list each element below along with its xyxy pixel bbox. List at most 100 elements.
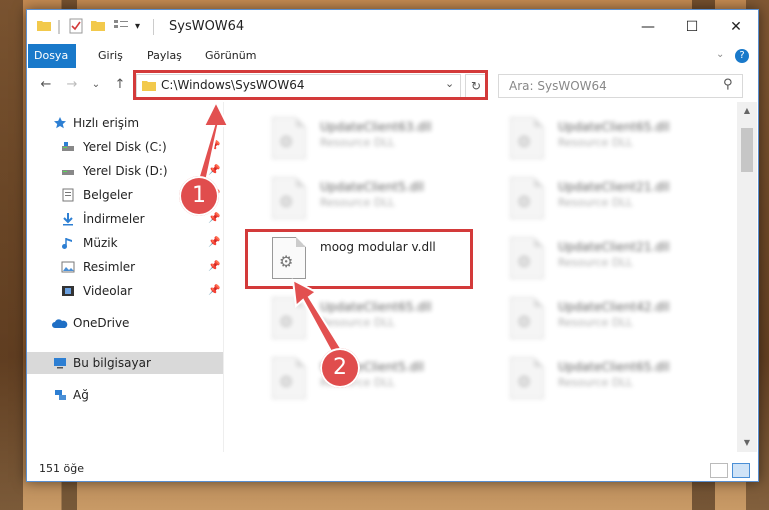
network-icon xyxy=(55,390,66,400)
sidebar-item-label: Belgeler xyxy=(83,188,133,202)
file-name: UpdateClient21.dll xyxy=(558,180,670,194)
vertical-scrollbar[interactable]: ▲ ▼ xyxy=(737,102,757,452)
sidebar-item-label: Hızlı erişim xyxy=(73,116,140,130)
sidebar-item-network[interactable]: Ağ xyxy=(27,384,223,406)
file-name: UpdateClient65.dll xyxy=(558,120,670,134)
customize-toolbar-icon[interactable]: ▾ xyxy=(135,18,145,36)
dll-file-icon: ⚙ xyxy=(510,297,544,339)
music-icon xyxy=(62,238,72,249)
scroll-thumb[interactable] xyxy=(741,128,753,172)
sidebar-item-this-pc[interactable]: Bu bilgisayar xyxy=(27,352,223,374)
dll-file-icon: ⚙ xyxy=(272,117,306,159)
window-title: SysWOW64 xyxy=(169,19,245,34)
navigation-pane: Hızlı erişim Yerel Disk (C:) 📌 Yerel Dis… xyxy=(27,102,224,452)
drive-icon xyxy=(62,142,74,151)
forward-button[interactable]: → xyxy=(63,75,81,95)
ribbon: Dosya Giriş Paylaş Görünüm ⌄ ? xyxy=(27,44,758,69)
sidebar-item-label: Ağ xyxy=(73,388,89,402)
pictures-icon xyxy=(61,261,75,273)
sidebar-item-label: Bu bilgisayar xyxy=(73,356,151,370)
sidebar-item-label: Müzik xyxy=(83,236,118,250)
search-box[interactable]: Ara: SysWOW64 ⚲ xyxy=(498,74,743,98)
minimize-button[interactable]: — xyxy=(626,10,670,44)
view-options-icon[interactable] xyxy=(113,18,129,36)
scroll-down-icon[interactable]: ▼ xyxy=(737,436,757,450)
dll-file-icon: ⚙ xyxy=(272,177,306,219)
dll-file-icon: ⚙ xyxy=(510,237,544,279)
file-highlight xyxy=(245,229,473,289)
address-highlight xyxy=(133,70,488,100)
file-item[interactable]: ⚙ UpdateClient21.dll Resource DLL xyxy=(486,232,706,282)
status-bar: 151 öğe xyxy=(27,459,758,481)
details-view-icon[interactable] xyxy=(710,463,728,478)
file-name: UpdateClient21.dll xyxy=(558,240,670,254)
large-icons-view-icon[interactable] xyxy=(732,463,750,478)
sidebar-item-label: Yerel Disk (D:) xyxy=(83,164,168,178)
tab-file[interactable]: Dosya xyxy=(28,44,76,68)
file-type: Resource DLL xyxy=(320,316,395,329)
file-type: Resource DLL xyxy=(558,256,633,269)
recent-locations-button[interactable]: ⌄ xyxy=(87,75,105,95)
title-divider xyxy=(153,19,154,35)
scroll-up-icon[interactable]: ▲ xyxy=(737,104,757,118)
file-item[interactable]: ⚙ UpdateClient42.dll Resource DLL xyxy=(486,292,706,342)
search-input[interactable]: Ara: SysWOW64 xyxy=(509,79,607,93)
documents-icon xyxy=(62,188,74,202)
expand-ribbon-icon[interactable]: ⌄ xyxy=(716,49,724,60)
search-icon: ⚲ xyxy=(723,77,733,92)
tab-view[interactable]: Görünüm xyxy=(195,44,266,68)
pin-icon: 📌 xyxy=(208,261,221,272)
pin-icon: 📌 xyxy=(208,285,221,296)
back-button[interactable]: ← xyxy=(37,75,55,95)
sidebar-item-label: Videolar xyxy=(83,284,133,298)
pin-icon: 📌 xyxy=(208,237,221,248)
file-item[interactable]: ⚙ UpdateClient65.dll Resource DLL xyxy=(486,352,706,402)
file-type: Resource DLL xyxy=(558,316,633,329)
sidebar-item-onedrive[interactable]: OneDrive xyxy=(27,312,223,334)
file-name: UpdateClient65.dll xyxy=(320,300,432,314)
file-type: Resource DLL xyxy=(558,196,633,209)
computer-icon xyxy=(54,358,66,369)
star-icon xyxy=(54,117,66,129)
step-badge-2: 2 xyxy=(320,348,360,388)
help-button[interactable]: ? xyxy=(735,49,749,63)
maximize-button[interactable]: ☐ xyxy=(670,10,714,44)
dll-file-icon: ⚙ xyxy=(272,357,306,399)
pin-icon: 📌 xyxy=(208,141,221,152)
tab-home[interactable]: Giriş xyxy=(88,44,133,68)
file-item[interactable]: ⚙ UpdateClient5.dll Resource DLL xyxy=(248,172,468,222)
file-item[interactable]: ⚙ UpdateClient21.dll Resource DLL xyxy=(486,172,706,222)
file-name: UpdateClient63.dll xyxy=(320,120,432,134)
toolbar-divider xyxy=(58,20,60,34)
file-type: Resource DLL xyxy=(320,136,395,149)
file-item[interactable]: ⚙ UpdateClient65.dll Resource DLL xyxy=(248,292,468,342)
properties-icon[interactable] xyxy=(69,18,83,36)
sidebar-item-label: Yerel Disk (C:) xyxy=(83,140,167,154)
downloads-icon xyxy=(63,213,73,226)
file-item[interactable]: ⚙ UpdateClient63.dll Resource DLL xyxy=(248,112,468,162)
sidebar-item-label: Resimler xyxy=(83,260,136,274)
sidebar-item-local-disk-c[interactable]: Yerel Disk (C:) 📌 xyxy=(27,136,223,158)
onedrive-icon xyxy=(52,319,68,328)
file-type: Resource DLL xyxy=(558,136,633,149)
sidebar-item-music[interactable]: Müzik 📌 xyxy=(27,232,223,254)
tab-share[interactable]: Paylaş xyxy=(137,44,192,68)
folder-icon[interactable] xyxy=(37,18,51,36)
file-name: UpdateClient5.dll xyxy=(320,180,424,194)
videos-icon xyxy=(62,286,74,296)
step-badge-1: 1 xyxy=(179,176,219,216)
sidebar-item-label: OneDrive xyxy=(73,316,130,330)
dll-file-icon: ⚙ xyxy=(510,117,544,159)
file-item[interactable]: ⚙ UpdateClient65.dll Resource DLL xyxy=(486,112,706,162)
sidebar-item-quick-access[interactable]: Hızlı erişim xyxy=(27,112,223,134)
file-name: UpdateClient42.dll xyxy=(558,300,670,314)
file-name: UpdateClient65.dll xyxy=(558,360,670,374)
new-folder-icon[interactable] xyxy=(91,18,105,36)
sidebar-item-videos[interactable]: Videolar 📌 xyxy=(27,280,223,302)
close-button[interactable]: ✕ xyxy=(714,10,758,44)
dll-file-icon: ⚙ xyxy=(510,357,544,399)
sidebar-item-pictures[interactable]: Resimler 📌 xyxy=(27,256,223,278)
item-count: 151 öğe xyxy=(39,462,84,475)
sidebar-item-label: İndirmeler xyxy=(83,212,145,226)
up-button[interactable]: ↑ xyxy=(111,75,129,95)
